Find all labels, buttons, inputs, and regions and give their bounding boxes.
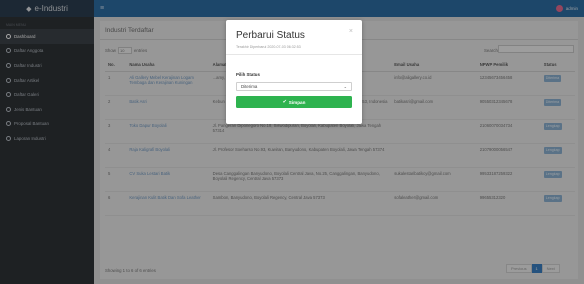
divider: [226, 54, 362, 55]
check-icon: ✔: [282, 99, 287, 105]
status-field-label: Pilih Status: [236, 72, 260, 77]
close-icon[interactable]: ×: [349, 28, 353, 35]
save-button-label: Simpan: [288, 99, 306, 105]
chevron-down-icon: ⌄: [343, 84, 347, 89]
save-button[interactable]: ✔ Simpan: [236, 96, 352, 108]
modal-subtitle: Terakhir Diperbarui 2020-07-03 06:32:53: [236, 45, 301, 49]
update-status-modal: Perbarui Status × Terakhir Diperbarui 20…: [226, 20, 362, 124]
status-select-value: Diterima: [241, 84, 258, 89]
status-select[interactable]: Diterima ⌄: [236, 82, 352, 91]
modal-title: Perbarui Status: [236, 30, 305, 41]
